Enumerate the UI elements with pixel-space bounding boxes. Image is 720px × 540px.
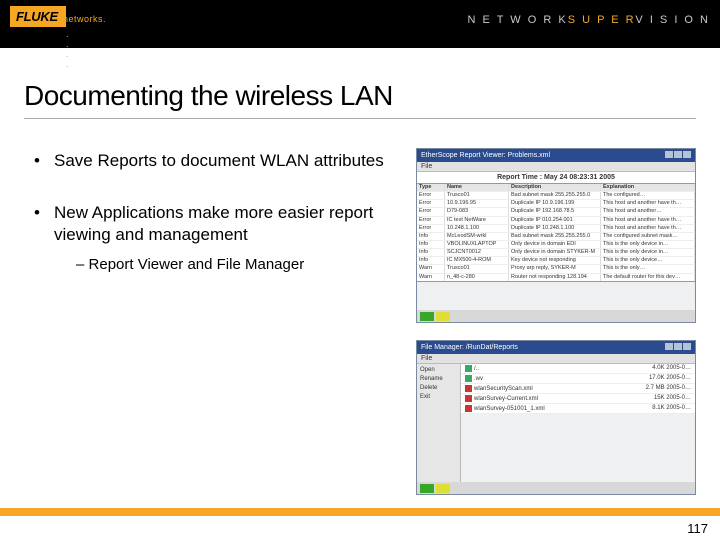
bullet-list: Save Reports to document WLAN attributes…	[34, 150, 394, 304]
file-row: /..4.0K 2005-0…	[461, 364, 695, 374]
page-number: 117	[687, 521, 708, 536]
file-manager-thumbnail: File Manager: /RunDat/Reports File OpenR…	[416, 340, 696, 495]
status-yellow-icon	[436, 312, 450, 321]
col-explanation: Explanation	[601, 184, 695, 191]
report-viewer-statusbar	[417, 310, 695, 322]
brand-dots: . . . .	[66, 29, 73, 69]
header-tagline: N E T W O R KS U P E RV I S I O N	[468, 14, 710, 26]
report-table-row: Error10.9.196.95Duplicate IP 10.9.196.19…	[417, 199, 695, 207]
window-buttons-icon	[664, 343, 691, 352]
file-manager-menubar: File	[417, 354, 695, 364]
file-manager-sidemenu: OpenRenameDeleteExit	[417, 364, 461, 484]
window-buttons-icon	[664, 151, 691, 160]
tagline-suffix: V I S I O N	[635, 14, 710, 26]
report-table-row: InfoMcLeodSM-wrklBad subnet mask 255.255…	[417, 232, 695, 240]
file-manager-sidemenu-item: Rename	[420, 375, 457, 384]
file-manager-statusbar	[417, 482, 695, 494]
file-row: .wv17.0K 2005-0…	[461, 374, 695, 384]
col-type: Type	[417, 184, 445, 191]
report-viewer-menubar: File	[417, 162, 695, 172]
file-manager-sidemenu-item: Exit	[420, 393, 457, 402]
bullet-2-text: New Applications make more easier report…	[54, 203, 373, 244]
file-manager-titlebar: File Manager: /RunDat/Reports	[417, 341, 695, 354]
brand-logo: FLUKE	[10, 6, 66, 27]
report-viewer-titlebar: EtherScope Report Viewer: Problems.xml	[417, 149, 695, 162]
file-list: /..4.0K 2005-0….wv17.0K 2005-0…wlanSecur…	[461, 364, 695, 414]
report-viewer-thumbnail: EtherScope Report Viewer: Problems.xml F…	[416, 148, 696, 323]
status-green-icon	[420, 484, 434, 493]
report-table-row: InfoIC MX500-4-ROMKey device not respond…	[417, 256, 695, 264]
file-manager-title: File Manager: /RunDat/Reports	[421, 344, 518, 351]
title-rule	[24, 118, 696, 119]
file-row: wlanSecurityScan.xml2.7 MB 2005-0…	[461, 384, 695, 394]
report-viewer-title: EtherScope Report Viewer: Problems.xml	[421, 152, 550, 159]
slide-footer: 117	[0, 512, 720, 540]
bullet-2: New Applications make more easier report…	[34, 202, 394, 275]
report-table-row: InfoSCJCNT0012Only device in domain STYK…	[417, 248, 695, 256]
file-row: wlanSurvey-051001_1.xml8.1K 2005-0…	[461, 404, 695, 414]
file-manager-sidemenu-item: Open	[420, 366, 457, 375]
report-table: Type Name Description Explanation ErrorT…	[417, 183, 695, 282]
col-name: Name	[445, 184, 509, 191]
bullet-2-sub: Report Viewer and File Manager	[76, 255, 394, 274]
slide-header: FLUKE networks. . . . . N E T W O R KS U…	[0, 0, 720, 48]
brand-block: FLUKE networks. . . . .	[10, 6, 66, 27]
brand-subtext: networks.	[63, 14, 106, 24]
report-table-row: InfoVBOLINUXLAPTOPOnly device in domain …	[417, 240, 695, 248]
col-description: Description	[509, 184, 601, 191]
status-yellow-icon	[436, 484, 450, 493]
footer-accent-bar	[0, 508, 720, 516]
report-table-header: Type Name Description Explanation	[417, 184, 695, 191]
status-green-icon	[420, 312, 434, 321]
tagline-em: S U P E R	[568, 14, 636, 26]
report-table-row: Warnn_48-c-280Router not responding 128.…	[417, 273, 695, 281]
report-table-row: ErrorTrusco01Bad subnet mask 255.255.255…	[417, 191, 695, 199]
file-manager-sidemenu-item: Delete	[420, 384, 457, 393]
slide-title: Documenting the wireless LAN	[24, 80, 393, 112]
report-table-row: ErrorD79-083Duplicate IP 192.168.78.5Thi…	[417, 207, 695, 215]
report-table-row: WarnTrusco01Proxy arp reply, SYKER-MThis…	[417, 264, 695, 272]
report-table-row: ErrorIC test NetWareDuplicate IP 010.254…	[417, 216, 695, 224]
bullet-1: Save Reports to document WLAN attributes	[34, 150, 394, 172]
file-row: wlanSurvey-Current.xml15K 2005-0…	[461, 394, 695, 404]
report-time-label: Report Time : May 24 08:23:31 2005	[417, 172, 695, 183]
tagline-prefix: N E T W O R K	[468, 14, 568, 26]
report-table-row: Error10.248.1.100Duplicate IP 10.248.1.1…	[417, 224, 695, 232]
